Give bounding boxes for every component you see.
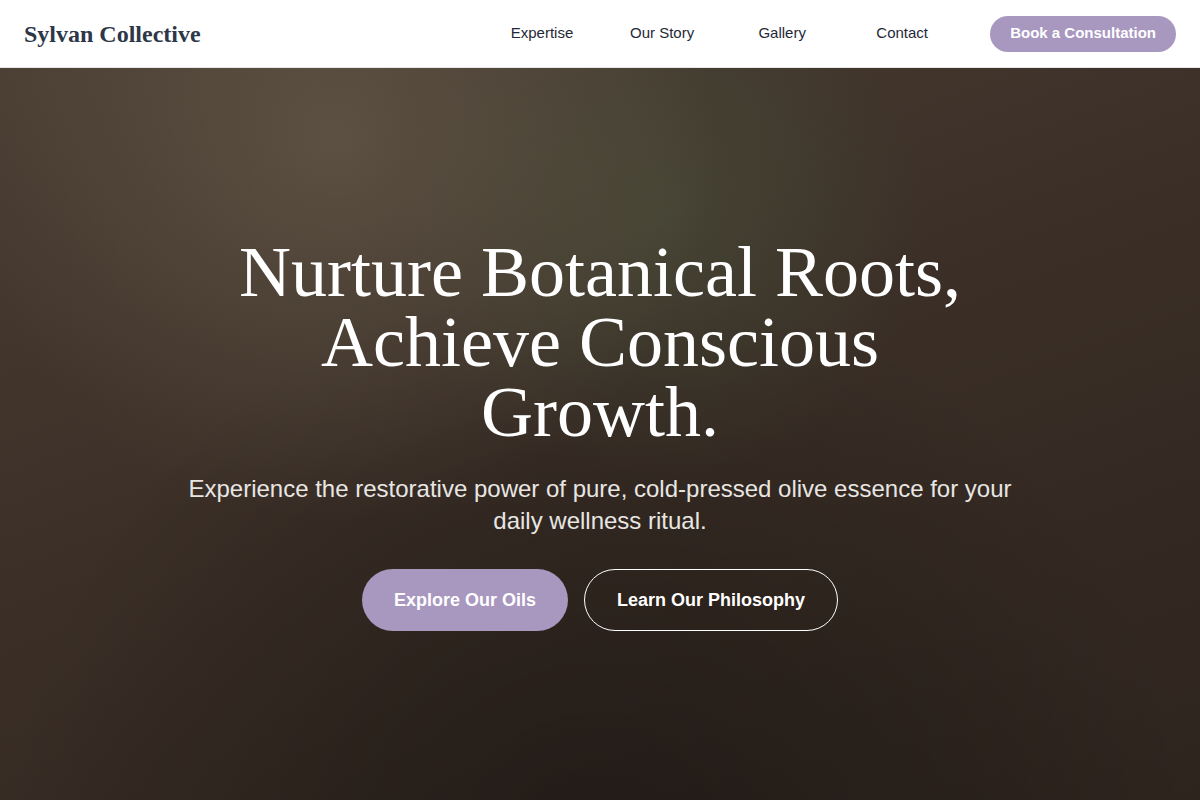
learn-philosophy-button[interactable]: Learn Our Philosophy (584, 569, 838, 631)
book-consultation-button[interactable]: Book a Consultation (990, 16, 1176, 52)
nav-right: Expertise Our Story Gallery Contact Book a C… (510, 16, 1176, 52)
explore-oils-button[interactable]: Explore Our Oils (362, 569, 568, 631)
hero-buttons: Explore Our Oils Learn Our Philosophy (362, 569, 838, 631)
nav-link[interactable]: Contact (870, 22, 934, 45)
nav-links: Expertise Our Story Gallery Contact (510, 22, 934, 45)
hero-heading: Nurture Botanical Roots,Achieve Consciou… (239, 237, 961, 447)
heading-line: Growth. (239, 377, 961, 447)
nav-link[interactable]: Expertise (510, 22, 574, 45)
hero: Nurture Botanical Roots,Achieve Consciou… (0, 68, 1200, 800)
navbar: Sylvan Collective Expertise Our Story Galle… (0, 0, 1200, 68)
hero-content: Nurture Botanical Roots,Achieve Consciou… (161, 237, 1039, 631)
nav-link[interactable]: Our Story (630, 22, 694, 45)
page: Sylvan Collective Expertise Our Story Galle… (0, 0, 1200, 800)
heading-line: Nurture Botanical Roots, (239, 237, 961, 307)
hero-subtitle: Experience the restorative power of pure… (185, 473, 1015, 537)
logo[interactable]: Sylvan Collective (24, 16, 201, 52)
nav-link[interactable]: Gallery (750, 22, 814, 45)
heading-line: Achieve Conscious (239, 307, 961, 377)
